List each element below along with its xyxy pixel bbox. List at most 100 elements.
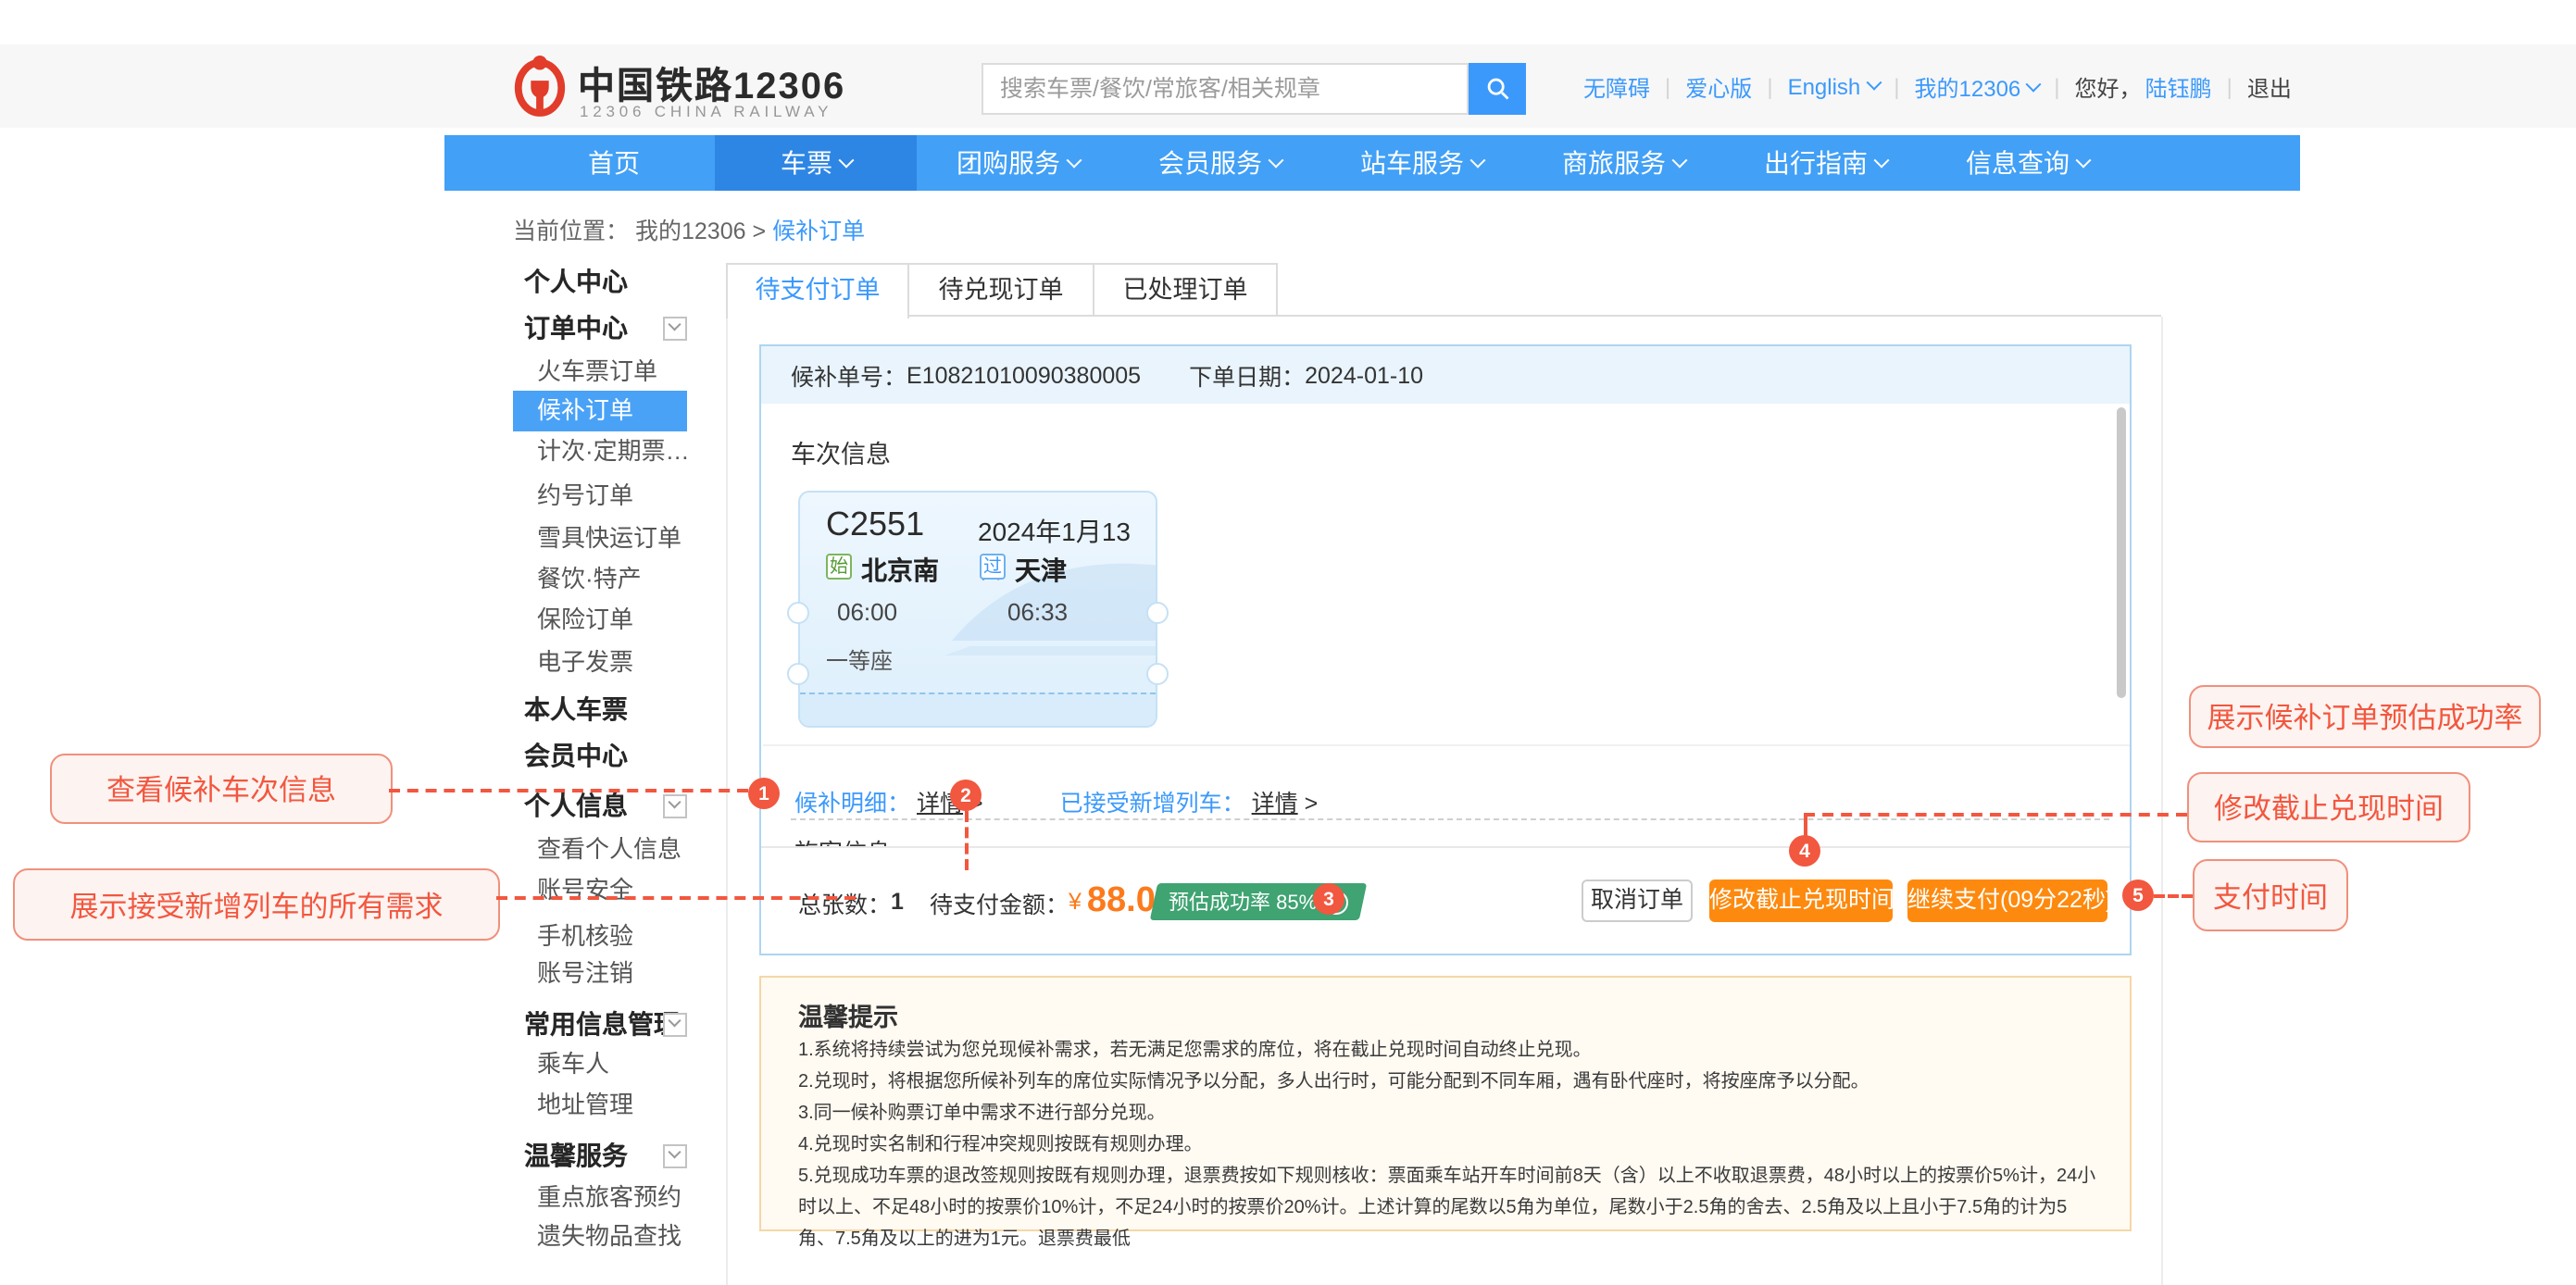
- top-links: 无障碍 | 爱心版 | English | 我的12306 | 您好， 陆钰鹏 …: [1583, 72, 2292, 102]
- card-scrollbar-thumb[interactable]: [2117, 407, 2126, 698]
- dashed-divider: [791, 818, 2109, 820]
- tips-item: 1.系统将持续尝试为您兑现候补需求，若无满足您需求的席位，将在截止兑现时间自动终…: [798, 1035, 2100, 1067]
- sidebar-item-dining[interactable]: 餐饮·特产: [513, 559, 722, 598]
- order-card-header: 候补单号： E10821010090380005 下单日期： 2024-01-1…: [761, 346, 2130, 404]
- tips-box: 温馨提示 1.系统将持续尝试为您兑现候补需求，若无满足您需求的席位，将在截止兑现…: [759, 976, 2132, 1231]
- sidebar-item-waitlist-orders[interactable]: 候补订单: [513, 391, 687, 431]
- sidebar-item-account-cancel[interactable]: 账号注销: [513, 954, 722, 992]
- breadcrumb: 当前位置： 我的12306 > 候补订单: [513, 211, 865, 246]
- sidebar-item-my-tickets[interactable]: 本人车票: [513, 691, 709, 730]
- breadcrumb-arrow: >: [753, 218, 767, 244]
- chevron-down-icon: [2026, 76, 2042, 92]
- divider: |: [2054, 74, 2059, 100]
- link-care-version[interactable]: 爱心版: [1685, 71, 1752, 103]
- modify-deadline-button[interactable]: 修改截止兑现时间: [1709, 880, 1893, 922]
- collapse-icon[interactable]: [663, 1144, 687, 1168]
- annotation-line: [389, 789, 748, 792]
- origin-station: 北京南: [861, 552, 939, 589]
- nav-station[interactable]: 站车服务: [1320, 135, 1522, 191]
- chevron-down-icon: [1066, 153, 1082, 168]
- train-ticket-card: C2551 2024年1月13日 始 北京南 过 天津 06:00 06:33 …: [798, 491, 1157, 728]
- sidebar-item-pass-tickets[interactable]: 计次·定期票…: [513, 431, 722, 470]
- page-root: 中国铁路12306 12306 CHINA RAILWAY 无障碍 | 爱心版 …: [0, 0, 2576, 1285]
- tab-processed[interactable]: 已处理订单: [1094, 263, 1278, 315]
- link-accessible[interactable]: 无障碍: [1583, 71, 1650, 103]
- annotation-box-view-train-info: 查看候补车次信息: [50, 754, 393, 824]
- sidebar-item-e-invoice[interactable]: 电子发票: [513, 642, 722, 681]
- departure-time: 06:00: [837, 598, 897, 626]
- tips-item: 2.兑现时，将根据您所候补列车的席位实际情况予以分配，多人出行时，可能分配到不同…: [798, 1067, 2100, 1098]
- search-area: [982, 63, 1526, 115]
- success-rate-text: 预估成功率 85%: [1169, 887, 1317, 917]
- sidebar-item-member-center[interactable]: 会员中心: [513, 737, 709, 776]
- waitlist-detail-row: 候补明细： 详情 > 已接受新增列车： 详情 >: [794, 783, 1318, 813]
- link-my12306[interactable]: 我的12306: [1915, 71, 2040, 103]
- train-section-title: 车次信息: [791, 433, 891, 470]
- sidebar-item-personal-center[interactable]: 个人中心: [513, 263, 709, 302]
- nav-business[interactable]: 商旅服务: [1522, 135, 1724, 191]
- divider: |: [1767, 74, 1772, 100]
- sidebar-item-ski-express-orders[interactable]: 雪具快运订单: [513, 518, 722, 557]
- nav-info-query[interactable]: 信息查询: [1926, 135, 2128, 191]
- sidebar-item-view-personal-info[interactable]: 查看个人信息: [513, 830, 722, 868]
- search-icon: [1484, 76, 1510, 102]
- logo-subtitle: 12306 CHINA RAILWAY: [580, 102, 832, 120]
- tips-item: 5.兑现成功车票的退改签规则按既有规则办理，退票费按如下规则核收：票面乘车站开车…: [798, 1161, 2100, 1255]
- search-input[interactable]: [982, 63, 1469, 115]
- accepted-trains-link[interactable]: 详情: [1252, 791, 1298, 817]
- amount-label: 待支付金额：: [930, 884, 1069, 919]
- main-nav: 首页 车票 团购服务 会员服务 站车服务 商旅服务 出行指南 信息查询: [444, 135, 2300, 191]
- origin-tag-badge: 始: [826, 554, 852, 580]
- annotation-line: [2154, 894, 2193, 898]
- currency-symbol: ¥: [1069, 889, 1082, 915]
- chevron-down-icon: [1268, 153, 1283, 168]
- order-summary: 总张数： 1 待支付金额： ¥ 88.0: [798, 881, 1156, 922]
- annotation-marker-2: 2: [950, 780, 982, 811]
- nav-member[interactable]: 会员服务: [1119, 135, 1320, 191]
- train-code: C2551: [826, 505, 924, 544]
- tips-item: 4.兑现时实名制和行程冲突规则按既有规则办理。: [798, 1129, 2100, 1161]
- sidebar-item-train-orders[interactable]: 火车票订单: [513, 352, 722, 391]
- order-no-label: 候补单号：: [791, 357, 907, 393]
- accepted-trains-label: 已接受新增列车：: [1060, 791, 1245, 817]
- chevron-down-icon: [1873, 153, 1889, 168]
- sidebar-item-account-security[interactable]: 账号安全: [513, 870, 722, 909]
- divider: |: [1894, 74, 1899, 100]
- total-label: 总张数：: [798, 884, 891, 919]
- tab-pending-payment[interactable]: 待支付订单: [726, 263, 909, 318]
- nav-home[interactable]: 首页: [513, 135, 715, 191]
- annotation-line: [965, 811, 969, 870]
- annotation-marker-4: 4: [1789, 835, 1820, 867]
- ticket-notch: [1146, 663, 1169, 685]
- link-english[interactable]: English: [1788, 74, 1880, 100]
- breadcrumb-prefix: 当前位置：: [513, 218, 629, 244]
- sidebar-item-phone-verify[interactable]: 手机核验: [513, 917, 722, 955]
- nav-tickets[interactable]: 车票: [715, 135, 917, 191]
- sidebar-item-reservation-orders[interactable]: 约号订单: [513, 476, 722, 515]
- continue-payment-button[interactable]: 继续支付(09分22秒): [1907, 880, 2107, 922]
- chevron-down-icon: [838, 153, 854, 168]
- sidebar-item-key-passenger[interactable]: 重点旅客预约: [513, 1178, 722, 1216]
- destination-station: 天津: [1015, 552, 1067, 589]
- 12306-railway-logo-icon: [511, 54, 569, 117]
- sidebar-item-passengers[interactable]: 乘车人: [513, 1044, 722, 1083]
- nav-group-buy[interactable]: 团购服务: [917, 135, 1119, 191]
- seat-class: 一等座: [826, 644, 893, 676]
- collapse-icon[interactable]: [663, 317, 687, 341]
- tab-pending-fulfillment[interactable]: 待兑现订单: [909, 263, 1094, 315]
- annotation-box-success-rate: 展示候补订单预估成功率: [2189, 685, 2541, 748]
- sidebar-item-insurance-orders[interactable]: 保险订单: [513, 600, 722, 639]
- breadcrumb-current[interactable]: 候补订单: [772, 218, 865, 244]
- search-button[interactable]: [1469, 63, 1526, 115]
- cancel-order-button[interactable]: 取消订单: [1582, 880, 1693, 922]
- sidebar-item-address[interactable]: 地址管理: [513, 1085, 722, 1124]
- ticket-notch: [1146, 602, 1169, 624]
- logout-link[interactable]: 退出: [2247, 71, 2292, 103]
- nav-travel-guide[interactable]: 出行指南: [1724, 135, 1926, 191]
- ticket-stub: [800, 692, 1156, 728]
- username-link[interactable]: 陆钰鹏: [2145, 71, 2212, 103]
- sidebar-item-lost-items[interactable]: 遗失物品查找: [513, 1216, 722, 1255]
- arrow-right-icon: >: [1305, 791, 1319, 817]
- collapse-icon[interactable]: [663, 794, 687, 818]
- collapse-icon[interactable]: [663, 1013, 687, 1037]
